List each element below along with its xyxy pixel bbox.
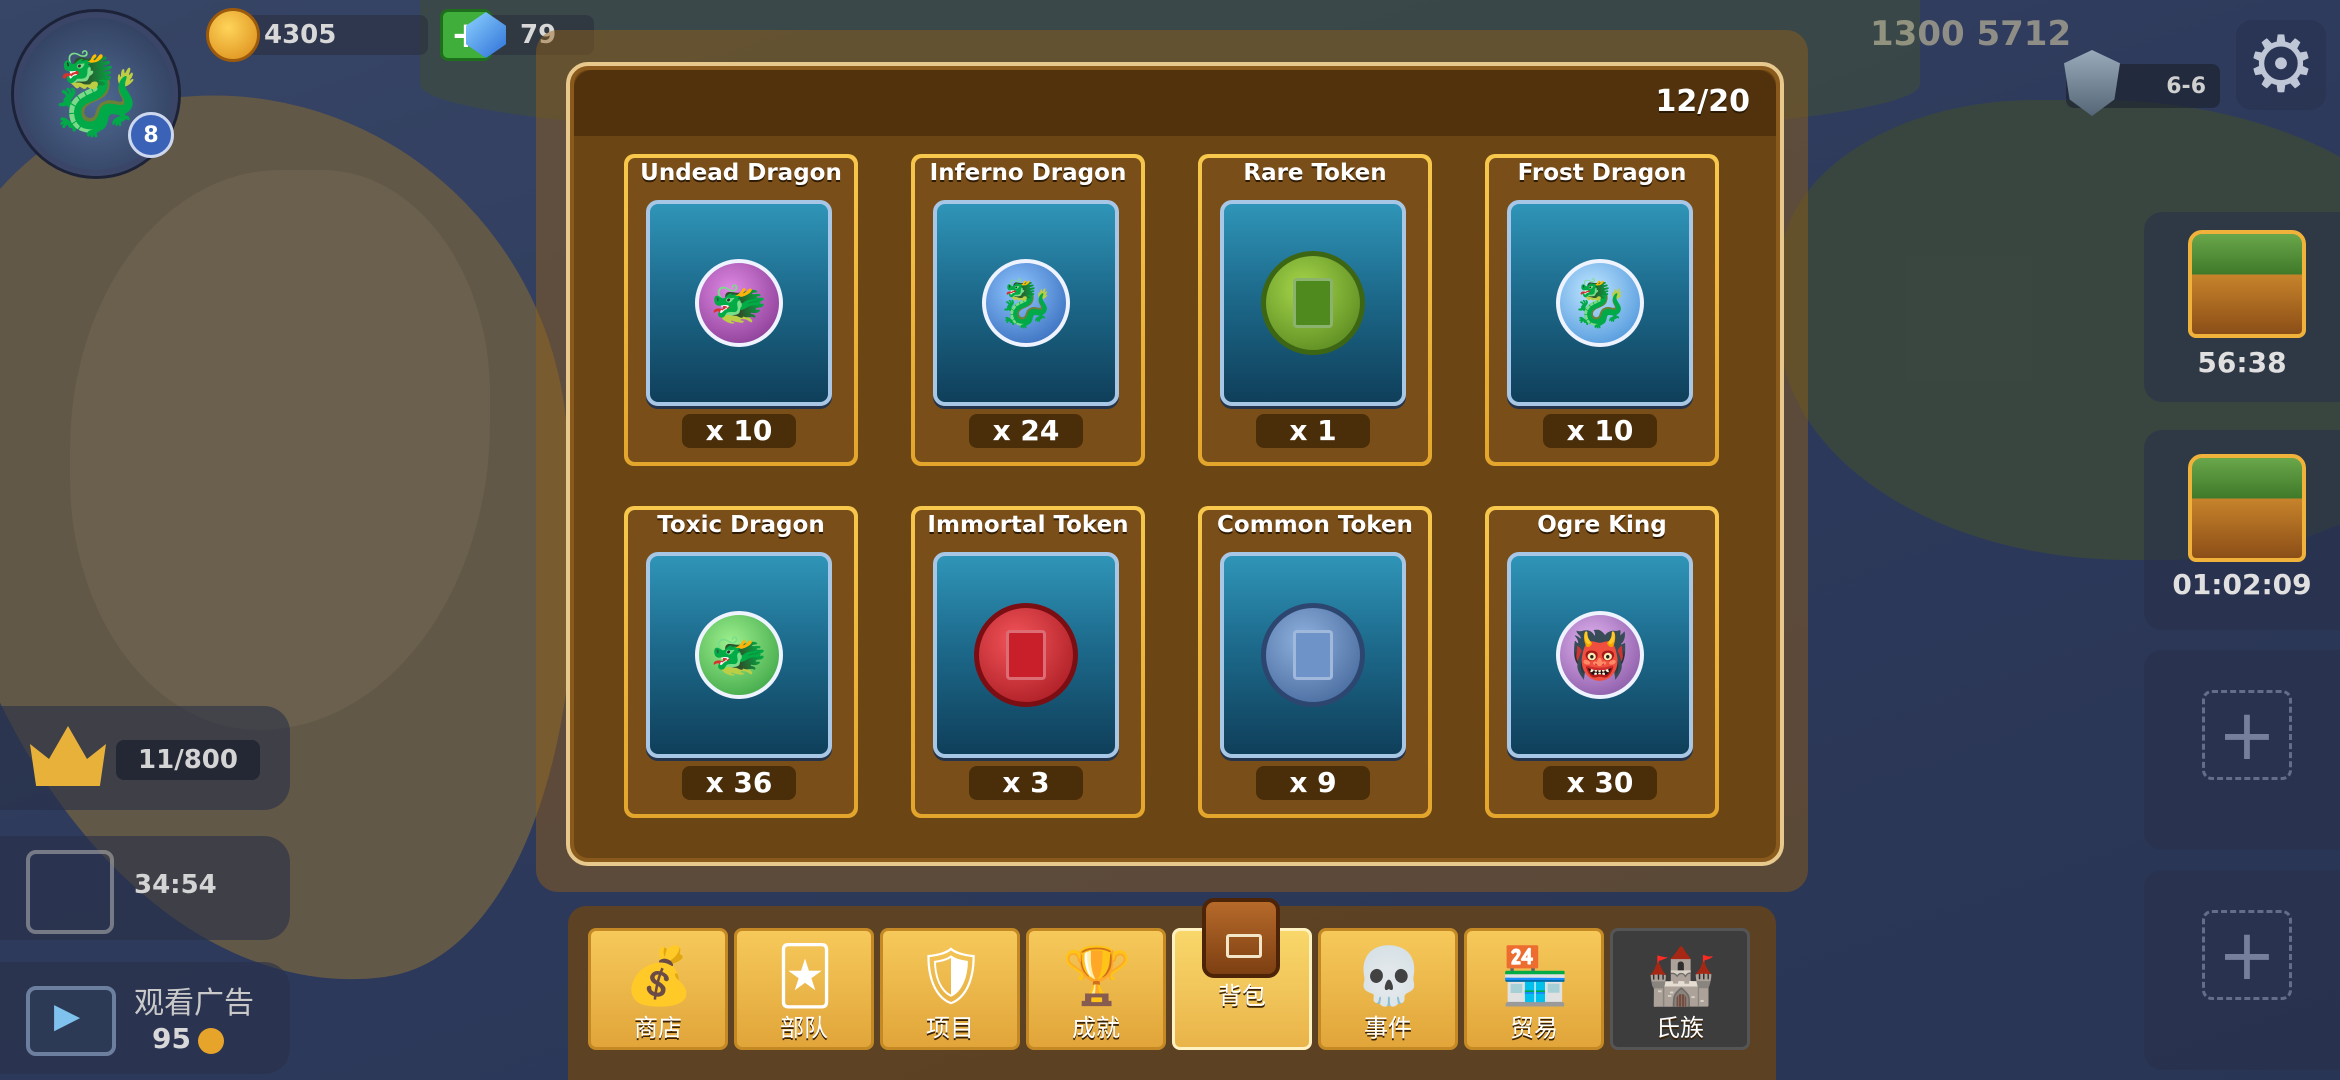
inventory-card[interactable]: Toxic Dragon 🐲 x 36	[624, 506, 858, 818]
castle-icon: 🏰	[1646, 944, 1716, 1009]
inventory-card[interactable]: Immortal Token x 3	[911, 506, 1145, 818]
free-chest-timer: 34:54	[134, 870, 217, 900]
tab-label: 贸易	[1510, 1014, 1558, 1042]
empty-chest-slot-2[interactable]: +	[2144, 870, 2340, 1070]
coin-icon	[206, 8, 260, 62]
tab-clan[interactable]: 🏰 氏族	[1610, 928, 1750, 1050]
coin-icon	[198, 1028, 224, 1054]
tab-events[interactable]: 💀 事件	[1318, 928, 1458, 1050]
item-quantity: x 30	[1543, 766, 1657, 800]
tab-label: 成就	[1072, 1014, 1120, 1042]
tab-items[interactable]: 🛡 项目	[880, 928, 1020, 1050]
item-art	[1220, 552, 1406, 758]
coin-counter: 4305 +	[206, 8, 492, 62]
immortal-token-icon	[974, 603, 1078, 707]
chest-timer: 01:02:09	[2172, 568, 2312, 601]
backpack-icon	[1202, 898, 1280, 978]
tv-play-icon	[26, 986, 116, 1056]
avatar-level-badge: 8	[128, 112, 174, 158]
settings-gear-icon[interactable]: ⚙	[2236, 20, 2326, 110]
chest-slot-2[interactable]: 01:02:09	[2144, 430, 2340, 630]
empty-chest-slot-1[interactable]: +	[2144, 650, 2340, 850]
inventory-card[interactable]: Rare Token x 1	[1198, 154, 1432, 466]
frost-dragon-icon: 🐉	[1556, 259, 1644, 347]
skull-gate-icon: 💀	[1354, 944, 1424, 1009]
player-id: 1300 5712	[1870, 14, 2072, 54]
item-art: 🐲	[646, 552, 832, 758]
troops-card-icon: 🃏	[776, 943, 834, 1009]
item-name: Frost Dragon	[1517, 160, 1687, 186]
item-art: 🐉	[1507, 200, 1693, 406]
tab-achievements[interactable]: 🏆 成就	[1026, 928, 1166, 1050]
toxic-dragon-icon: 🐲	[695, 611, 783, 699]
inventory-capacity: 12/20	[1655, 84, 1750, 119]
inventory-card[interactable]: Inferno Dragon 🐉 x 24	[911, 154, 1145, 466]
common-token-icon	[1261, 603, 1365, 707]
trophy-icon: 🏆	[1062, 944, 1132, 1009]
item-quantity: x 1	[1256, 414, 1370, 448]
inventory-card[interactable]: Ogre King 👹 x 30	[1485, 506, 1719, 818]
item-art	[933, 552, 1119, 758]
tab-shop[interactable]: 💰 商店	[588, 928, 728, 1050]
chest-outline-icon	[26, 850, 114, 934]
shop-bag-icon: 💰	[624, 944, 694, 1009]
sword-shield-icon: 🛡	[915, 944, 987, 1009]
rare-token-icon	[1261, 251, 1365, 355]
item-quantity: x 24	[969, 414, 1083, 448]
item-art: 👹	[1507, 552, 1693, 758]
tab-trade[interactable]: 🏪 贸易	[1464, 928, 1604, 1050]
item-quantity: x 10	[1543, 414, 1657, 448]
inventory-card[interactable]: Frost Dragon 🐉 x 10	[1485, 154, 1719, 466]
inferno-dragon-icon: 🐉	[982, 259, 1070, 347]
item-name: Ogre King	[1537, 512, 1667, 538]
inventory-card[interactable]: Undead Dragon 🐲 x 10	[624, 154, 858, 466]
tab-label: 氏族	[1656, 1014, 1704, 1042]
item-quantity: x 10	[682, 414, 796, 448]
item-art: 🐲	[646, 200, 832, 406]
free-chest-widget[interactable]: 34:54	[0, 836, 290, 940]
item-name: Inferno Dragon	[929, 160, 1127, 186]
item-name: Immortal Token	[927, 512, 1129, 538]
watch-ad-widget[interactable]: 观看广告 95	[0, 962, 290, 1074]
crown-count: 11/800	[116, 740, 260, 780]
chest-icon	[2188, 454, 2306, 562]
tab-troops[interactable]: 🃏 部队	[734, 928, 874, 1050]
tab-label: 商店	[634, 1014, 682, 1042]
add-slot-plus-icon: +	[2202, 910, 2292, 1000]
item-name: Rare Token	[1243, 160, 1387, 186]
watch-ad-label: 观看广告	[134, 986, 254, 1021]
item-quantity: x 3	[969, 766, 1083, 800]
item-name: Undead Dragon	[640, 160, 842, 186]
item-art	[1220, 200, 1406, 406]
item-quantity: x 9	[1256, 766, 1370, 800]
add-slot-plus-icon: +	[2202, 690, 2292, 780]
chest-timer: 56:38	[2197, 346, 2287, 379]
chest-icon	[2188, 230, 2306, 338]
inventory-header: 12/20	[574, 70, 1776, 136]
market-stall-icon: 🏪	[1500, 944, 1570, 1009]
ad-reward-value: 95	[152, 1022, 191, 1055]
ogre-king-icon: 👹	[1556, 611, 1644, 699]
tab-label: 项目	[926, 1014, 974, 1042]
undead-dragon-icon: 🐲	[695, 259, 783, 347]
tab-label: 背包	[1218, 982, 1266, 1010]
crown-progress-widget[interactable]: 11/800	[0, 706, 290, 810]
item-name: Common Token	[1217, 512, 1413, 538]
crown-icon	[30, 726, 106, 786]
chest-slot-1[interactable]: 56:38	[2144, 212, 2340, 402]
item-name: Toxic Dragon	[657, 512, 825, 538]
inventory-card[interactable]: Common Token x 9	[1198, 506, 1432, 818]
item-art: 🐉	[933, 200, 1119, 406]
item-quantity: x 36	[682, 766, 796, 800]
tab-label: 部队	[780, 1014, 828, 1042]
tab-label: 事件	[1364, 1014, 1412, 1042]
